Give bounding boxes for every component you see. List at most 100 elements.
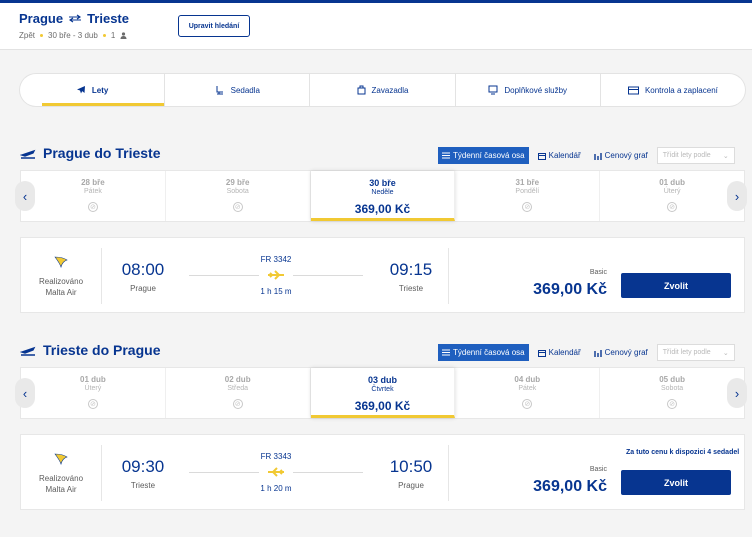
arrival-time: 10:50	[389, 457, 433, 476]
select-flight-button[interactable]: Zvolit	[621, 470, 731, 495]
select-flight-button[interactable]: Zvolit	[621, 273, 731, 298]
next-dates-button[interactable]: ›	[727, 378, 747, 408]
date-label: 02 dub	[224, 375, 251, 384]
weekday-label: Úterý	[663, 188, 681, 195]
round-trip-icon	[69, 14, 82, 23]
step-label: Kontrola a zaplacení	[644, 85, 718, 95]
weekly-timeline-tab[interactable]: Týdenní časová osa	[438, 147, 529, 164]
plane-depart-icon	[20, 149, 36, 159]
chevron-left-icon: ‹	[22, 385, 28, 401]
plane-depart-icon	[20, 346, 36, 356]
route-subtitle: Zpět 30 bře - 3 dub 1	[19, 31, 127, 40]
date-label: 05 dub	[659, 375, 685, 384]
step-seats[interactable]: Sedadla	[165, 74, 311, 106]
date-label: 04 dub	[514, 375, 541, 384]
weekday-label: Čtvrtek	[371, 386, 394, 393]
date-cell[interactable]: 29 bře Sobota ⊘	[166, 171, 311, 221]
operator-name: Realizováno Malta Air	[38, 277, 84, 297]
sort-select[interactable]: Třídit lety podle ⌄	[656, 344, 735, 361]
arrival-time: 09:15	[389, 260, 433, 279]
outbound-title: Prague do Trieste	[20, 145, 160, 161]
date-cell[interactable]: 02 dub Středa ⊘	[166, 368, 311, 418]
step-luggage[interactable]: Zavazadla	[310, 74, 456, 106]
date-cell[interactable]: 31 bře Pondělí ⊘	[455, 171, 601, 221]
next-dates-button[interactable]: ›	[727, 181, 747, 211]
bar-chart-icon	[593, 349, 602, 357]
date-label: 31 bře	[515, 178, 540, 187]
price-chart-tab[interactable]: Cenový graf	[590, 344, 652, 361]
search-summary-header: Prague Trieste Zpět 30 bře - 3 dub 1 Upr…	[0, 3, 752, 50]
departure-place: Trieste	[130, 481, 156, 490]
step-flights[interactable]: Lety	[20, 74, 166, 106]
plane-icon	[76, 86, 85, 94]
flight-number: FR 3343	[260, 452, 292, 461]
weekday-label: Sobota	[226, 188, 249, 195]
destination-city: Trieste	[87, 11, 129, 26]
monitor-icon	[488, 85, 498, 95]
inbound-date-strip: 01 dub Úterý ⊘ 02 dub Středa ⊘ 03 dub Čt…	[20, 367, 745, 419]
operator: Realizováno Malta Air	[33, 451, 89, 495]
date-label: 01 dub	[659, 178, 685, 187]
seats-availability-note: Za tuto cenu k dispozici 4 sedadel	[626, 449, 740, 456]
trip-type: Zpět	[19, 31, 36, 40]
date-cell[interactable]: 04 dub Pátek ⊘	[455, 368, 601, 418]
separator-dot	[102, 34, 106, 37]
tab-label: Kalendář	[548, 151, 581, 160]
step-label: Zavazadla	[371, 85, 409, 95]
date-cell[interactable]: 01 dub Úterý ⊘	[600, 171, 744, 221]
edit-search-button[interactable]: Upravit hledání	[178, 15, 250, 37]
flight-price: 369,00 Kč	[533, 478, 607, 495]
inbound-title-text: Trieste do Prague	[43, 342, 161, 358]
date-cell[interactable]: 05 dub Sobota ⊘	[600, 368, 744, 418]
route-title: Prague Trieste	[19, 11, 129, 26]
date-price: 369,00 Kč	[354, 399, 411, 413]
date-cell[interactable]: 01 dub Úterý ⊘	[21, 368, 166, 418]
weekday-label: Pátek	[83, 188, 102, 195]
sort-select[interactable]: Třídit lety podle ⌄	[656, 147, 735, 164]
operator-name: Realizováno Malta Air	[38, 474, 84, 494]
date-cell-selected[interactable]: 30 bře Neděle 369,00 Kč	[310, 171, 456, 221]
weekly-timeline-tab[interactable]: Týdenní časová osa	[438, 344, 529, 361]
date-cell-selected[interactable]: 03 dub Čtvrtek 369,00 Kč	[310, 368, 456, 418]
passenger-count: 1	[110, 31, 116, 40]
divider	[448, 445, 449, 501]
tab-label: Cenový graf	[604, 348, 648, 357]
route-line	[293, 275, 363, 276]
operator: Realizováno Malta Air	[33, 254, 89, 298]
chevron-right-icon: ›	[734, 385, 740, 401]
weekday-label: Úterý	[84, 385, 102, 392]
date-label: 28 bře	[81, 178, 105, 187]
tab-label: Týdenní časová osa	[453, 348, 525, 357]
prev-dates-button[interactable]: ‹	[15, 181, 35, 211]
unavailable-icon: ⊘	[667, 202, 678, 212]
fare-type: Basic	[589, 466, 607, 473]
unavailable-icon: ⊘	[87, 399, 98, 409]
booking-steps: Lety Sedadla Zavazadla Doplňkové služby …	[20, 74, 745, 106]
step-extras[interactable]: Doplňkové služby	[456, 74, 601, 106]
date-cell[interactable]: 28 bře Pátek ⊘	[21, 171, 166, 221]
calendar-tab[interactable]: Kalendář	[534, 344, 585, 361]
weekday-label: Neděle	[371, 189, 394, 196]
flight-price: 369,00 Kč	[533, 281, 607, 298]
step-label: Doplňkové služby	[504, 85, 568, 95]
flight-duration: 1 h 15 m	[260, 287, 292, 296]
divider	[101, 248, 102, 304]
origin-city: Prague	[19, 11, 64, 26]
tab-label: Kalendář	[548, 348, 581, 357]
bar-chart-icon	[593, 152, 602, 160]
calendar-icon	[537, 349, 546, 357]
sort-label: Třídit lety podle	[662, 152, 711, 159]
tab-label: Cenový graf	[604, 151, 648, 160]
chevron-down-icon: ⌄	[722, 349, 729, 357]
prev-dates-button[interactable]: ‹	[15, 378, 35, 408]
price-chart-tab[interactable]: Cenový graf	[590, 147, 652, 164]
list-icon	[442, 349, 450, 356]
outbound-title-text: Prague do Trieste	[43, 145, 161, 161]
inbound-flight-card: Realizováno Malta Air 09:30 Trieste FR 3…	[20, 434, 745, 510]
ryanair-harp-logo	[54, 453, 68, 466]
trip-dates: 30 bře - 3 dub	[48, 31, 98, 40]
step-checkout[interactable]: Kontrola a zaplacení	[601, 74, 745, 106]
calendar-tab[interactable]: Kalendář	[534, 147, 585, 164]
unavailable-icon: ⊘	[232, 399, 243, 409]
date-label: 03 dub	[367, 375, 397, 385]
